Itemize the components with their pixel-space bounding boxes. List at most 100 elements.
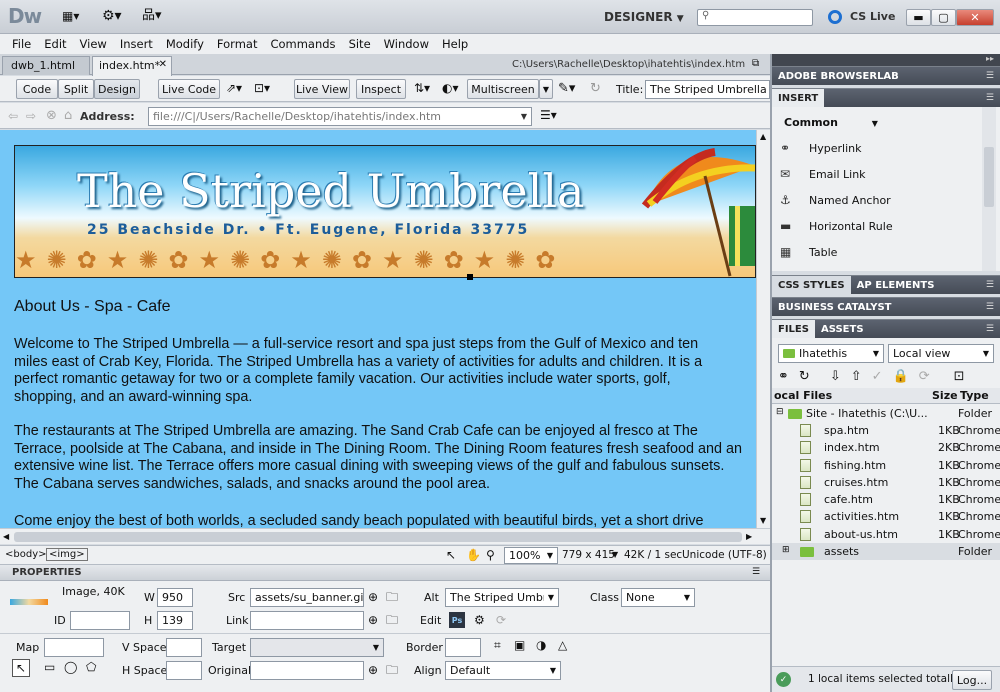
sync-icon[interactable]: ⟳ [919, 369, 930, 384]
preview-icon[interactable]: ◐▾ [442, 82, 459, 94]
file-row[interactable]: cruises.htm 1KB Chrome [772, 474, 1000, 491]
tab-files[interactable]: FILES [772, 319, 815, 339]
site-icon[interactable]: 品▾ [142, 9, 162, 22]
menu-item-edit[interactable]: Edit [44, 37, 74, 51]
file-row[interactable]: fishing.htm 1KB Chrome [772, 457, 1000, 474]
cs-live-label[interactable]: CS Live [850, 10, 895, 23]
get-files-icon[interactable]: ⇩ [830, 369, 841, 384]
maximize-button[interactable]: ▢ [931, 9, 956, 26]
scroll-thumb[interactable] [14, 532, 742, 542]
insert-panel-header[interactable]: INSERT ☰ [772, 88, 1000, 108]
expand-icon[interactable]: ⊡ [954, 369, 965, 384]
panel-menu-icon[interactable]: ☰ [986, 302, 994, 312]
browser-check-icon[interactable]: ✎▾ [558, 82, 575, 95]
update-icon[interactable]: ⟳ [496, 614, 506, 626]
insert-item-named-anchor[interactable]: ⚓ Named Anchor [772, 187, 982, 213]
zoom-select[interactable]: 100% ▼ [504, 547, 558, 564]
src-field[interactable]: assets/su_banner.gif [250, 588, 364, 607]
polygon-hotspot-icon[interactable]: ⬠ [86, 661, 96, 673]
split-button[interactable]: Split [58, 79, 94, 99]
id-field[interactable] [70, 611, 130, 630]
insert-scrollbar[interactable] [982, 107, 996, 271]
file-row-site-root[interactable]: ⊟ Site - Ihatethis (C:\U... Folder [772, 405, 1000, 422]
multiscreen-dropdown[interactable]: ▼ [539, 79, 553, 99]
design-scrollbar-horizontal[interactable]: ◀ ▶ [0, 528, 770, 544]
menu-item-insert[interactable]: Insert [120, 37, 161, 51]
scroll-right-icon[interactable]: ▶ [746, 532, 752, 541]
inspect-button[interactable]: Inspect [356, 79, 406, 99]
panel-menu-icon[interactable]: ☰ [986, 324, 994, 334]
tag-selector-body[interactable]: <body> [5, 549, 47, 560]
scroll-up-icon[interactable]: ▲ [760, 132, 766, 141]
put-files-icon[interactable]: ⇧ [851, 369, 862, 384]
refresh-icon[interactable]: ↻ [590, 82, 601, 95]
paragraph-welcome[interactable]: Welcome to The Striped Umbrella — a full… [14, 336, 734, 406]
home-icon[interactable]: ⌂ [64, 109, 72, 122]
pointer-hotspot-icon[interactable]: ↖ [12, 659, 30, 677]
file-row-assets[interactable]: ⊞ assets Folder [772, 543, 1000, 560]
chevron-down-icon[interactable]: ▼ [612, 550, 618, 559]
site-select[interactable]: Ihatethis ▼ [778, 344, 884, 363]
log-button[interactable]: Log... [952, 670, 992, 690]
zoom-icon[interactable]: ⚲ [486, 549, 495, 561]
menu-item-site[interactable]: Site [349, 37, 379, 51]
file-row[interactable]: activities.htm 1KB Chrome [772, 508, 1000, 525]
point-to-file-icon[interactable]: ⊕ [368, 614, 378, 626]
col-type[interactable]: Type [960, 389, 989, 402]
check-out-icon[interactable]: ✓ [872, 369, 883, 384]
tab-ap-elements[interactable]: AP ELEMENTS [851, 276, 941, 295]
map-field[interactable] [44, 638, 104, 657]
menu-item-window[interactable]: Window [384, 37, 437, 51]
tab-dwb-1[interactable]: dwb_1.html [2, 56, 90, 75]
align-select[interactable]: Default ▼ [445, 661, 561, 680]
panel-collapse-bar[interactable]: ▸▸ [772, 54, 1000, 66]
rect-hotspot-icon[interactable]: ▭ [44, 661, 55, 673]
tab-css-styles[interactable]: CSS STYLES [772, 275, 851, 295]
check-in-icon[interactable]: 🔒 [893, 369, 909, 384]
crop-icon[interactable]: ⌗ [494, 639, 501, 651]
alt-field[interactable]: The Striped Umbrella▼ [445, 588, 559, 607]
browse-folder-icon[interactable]: 🗀 [386, 664, 398, 676]
paragraph-beach[interactable]: Come enjoy the best of both worlds, a se… [14, 513, 744, 528]
browse-folder-icon[interactable]: 🗀 [386, 591, 398, 603]
link-field[interactable] [250, 611, 364, 630]
address-field[interactable]: file:///C|/Users/Rachelle/Desktop/ihateh… [148, 107, 532, 126]
search-input[interactable]: ⚲ [697, 9, 813, 26]
gear-icon[interactable]: ⚙▾ [102, 9, 122, 23]
file-row[interactable]: index.htm 2KB Chrome [772, 439, 1000, 456]
banner-resize-handle[interactable] [467, 274, 473, 280]
visual-aids-icon[interactable]: ⊡▾ [254, 82, 270, 94]
width-field[interactable]: 950 [157, 588, 193, 607]
insert-item-horizontal-rule[interactable]: ▬ Horizontal Rule [772, 213, 982, 239]
file-row[interactable]: about-us.htm 1KB Chrome [772, 526, 1000, 543]
scroll-thumb[interactable] [984, 147, 994, 207]
panel-menu-icon[interactable]: ☰ [986, 93, 994, 103]
scroll-down-icon[interactable]: ▼ [760, 516, 766, 525]
css-styles-panel-header[interactable]: CSS STYLES AP ELEMENTS ☰ [772, 275, 1000, 295]
paragraph-restaurants[interactable]: The restaurants at The Striped Umbrella … [14, 423, 744, 493]
restore-icon[interactable]: ⧉ [752, 58, 759, 69]
stop-icon[interactable]: ⊗ [46, 109, 57, 122]
photoshop-icon[interactable]: Ps [449, 612, 465, 628]
resample-icon[interactable]: ▣ [514, 639, 525, 651]
tab-index[interactable]: index.htm* ✕ [92, 56, 172, 76]
file-row[interactable]: spa.htm 1KB Chrome [772, 422, 1000, 439]
original-field[interactable] [250, 661, 364, 680]
layout-icon[interactable]: ▦▾ [62, 10, 79, 22]
connect-icon[interactable]: ⚭ [778, 369, 789, 384]
border-field[interactable] [445, 638, 481, 657]
menu-item-view[interactable]: View [80, 37, 115, 51]
insert-category-select[interactable]: Common ▼ [784, 116, 878, 129]
expand-tree-icon[interactable]: ⊞ [782, 545, 790, 555]
collapse-tree-icon[interactable]: ⊟ [776, 407, 784, 417]
height-field[interactable]: 139 [157, 611, 193, 630]
target-select[interactable]: ▼ [250, 638, 384, 657]
scroll-left-icon[interactable]: ◀ [3, 532, 9, 541]
insert-item-hyperlink[interactable]: ⚭ Hyperlink [772, 135, 982, 161]
insert-item-email-link[interactable]: ✉ Email Link [772, 161, 982, 187]
menu-item-file[interactable]: File [12, 37, 39, 51]
window-size[interactable]: 779 x 415 [562, 549, 615, 561]
workspace-switcher[interactable]: DESIGNER ▼ [604, 10, 684, 24]
class-select[interactable]: None ▼ [621, 588, 695, 607]
check-browser-icon[interactable]: ⇗▾ [226, 82, 242, 94]
